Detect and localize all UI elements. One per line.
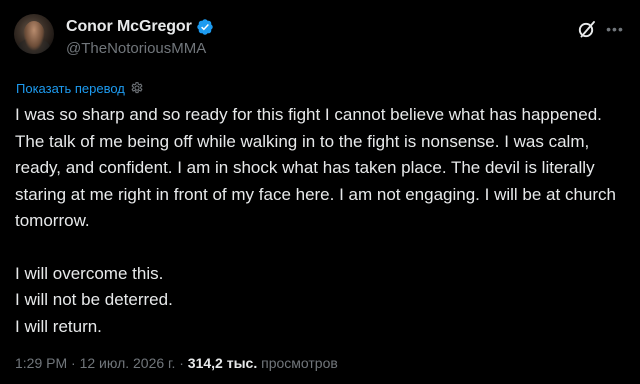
tweet-line: I will overcome this. — [15, 263, 164, 283]
meta-separator: · — [71, 355, 76, 371]
more-icon[interactable]: ••• — [604, 19, 626, 39]
tweet-line: I will not be deterred. — [15, 290, 173, 309]
tweet-meta: 1:29 PM · 12 июл. 2026 г. · 314,2 тыс. п… — [15, 355, 338, 371]
tweet-time[interactable]: 1:29 PM — [15, 355, 67, 371]
meta-separator: · — [179, 355, 184, 371]
show-translation-label: Показать перевод — [16, 80, 125, 96]
gear-icon[interactable] — [130, 81, 144, 95]
avatar[interactable] — [14, 14, 54, 54]
tweet-paragraph: I was so sharp and so ready for this fig… — [15, 105, 616, 230]
views-label: просмотров — [261, 355, 338, 371]
tweet-card: Conor McGregor @TheNotoriousMMA ••• Пока… — [0, 0, 640, 384]
views-count: 314,2 тыс. — [187, 355, 258, 371]
grok-icon[interactable] — [577, 19, 597, 39]
tweet-line: I will return. — [15, 316, 102, 336]
author-handle[interactable]: @TheNotoriousMMA — [66, 40, 206, 57]
tweet-date[interactable]: 12 июл. 2026 г. — [80, 355, 176, 371]
author-name-row: Conor McGregor — [66, 17, 214, 37]
author-display-name[interactable]: Conor McGregor — [66, 18, 192, 36]
show-translation-link[interactable]: Показать перевод — [16, 80, 144, 96]
tweet-text: I was so sharp and so ready for this fig… — [15, 102, 625, 340]
verified-badge-icon — [197, 19, 213, 35]
